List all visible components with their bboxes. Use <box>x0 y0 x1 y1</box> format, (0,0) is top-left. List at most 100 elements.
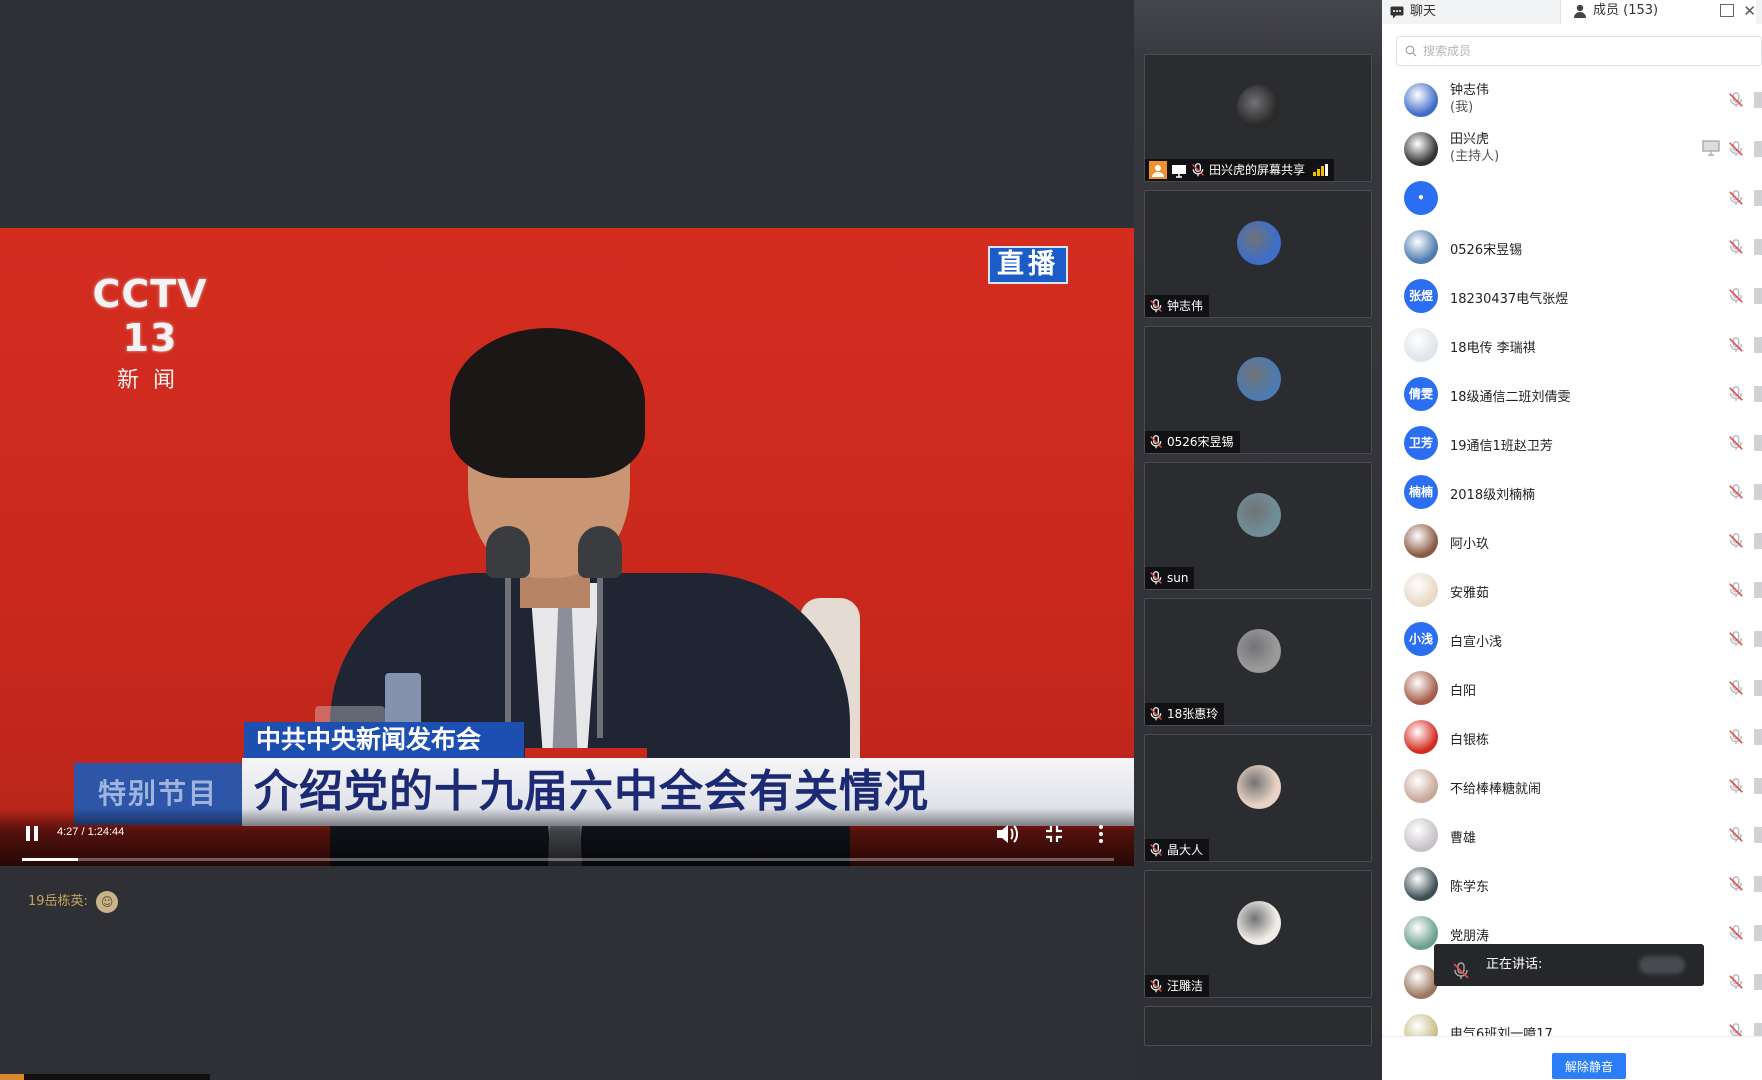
member-row[interactable]: 曹雄 <box>1382 811 1762 859</box>
member-row[interactable]: 安雅茹 <box>1382 566 1762 614</box>
chat-sender: 19岳栋英: <box>28 894 88 909</box>
mic-muted-icon[interactable] <box>1728 1022 1744 1036</box>
member-row[interactable]: 18电传 李瑞祺 <box>1382 321 1762 369</box>
mic-muted-icon[interactable] <box>1728 630 1744 648</box>
popout-icon[interactable] <box>1720 4 1734 17</box>
member-row[interactable]: 陈学东 <box>1382 860 1762 908</box>
mic-muted-icon[interactable] <box>1728 728 1744 746</box>
camera-off-icon[interactable] <box>1754 974 1762 990</box>
avatar <box>1404 573 1438 607</box>
member-name: 18级通信二班刘倩雯 <box>1450 390 1571 405</box>
mic-muted-icon[interactable] <box>1728 679 1744 697</box>
microphone-right <box>578 526 622 578</box>
member-row[interactable]: 钟志伟 (我) <box>1382 76 1762 124</box>
participant-tile[interactable]: 18张惠玲 <box>1144 598 1372 726</box>
mic-muted-icon[interactable] <box>1728 826 1744 844</box>
member-row[interactable]: 电气6班刘一噫17 <box>1382 1007 1762 1036</box>
participant-tile[interactable]: 晶大人 <box>1144 734 1372 862</box>
member-name-block: 不给棒棒糖就闹 <box>1450 778 1541 797</box>
member-row[interactable]: 小浅 白宣小浅 <box>1382 615 1762 663</box>
avatar <box>1404 916 1438 950</box>
video-player[interactable]: CCTV 13 新闻 直播 中共中央新闻发布会 特别节目 介绍党的十九届六中全会… <box>0 228 1134 866</box>
avatar <box>1404 83 1438 117</box>
participant-tile[interactable]: 汪雕洁 <box>1144 870 1372 998</box>
exit-fullscreen-icon[interactable] <box>1044 824 1064 844</box>
member-row[interactable]: 张煜 18230437电气张煜 <box>1382 272 1762 320</box>
camera-off-icon[interactable] <box>1754 484 1762 500</box>
mic-muted-icon <box>1149 299 1163 313</box>
camera-off-icon[interactable] <box>1754 337 1762 353</box>
mic-muted-icon[interactable] <box>1728 140 1744 158</box>
mic-muted-icon[interactable] <box>1728 973 1744 991</box>
camera-off-icon[interactable] <box>1754 435 1762 451</box>
volume-icon[interactable] <box>995 823 1019 845</box>
video-tiles-column[interactable]: 田兴虎的屏幕共享 钟志伟 0526宋昱锡 sun 18张惠玲 晶大人 汪雕洁 <box>1134 0 1382 1080</box>
close-icon[interactable]: ✕ <box>1743 2 1756 20</box>
participant-tile[interactable]: 0526宋昱锡 <box>1144 326 1372 454</box>
unmute-all-button[interactable]: 解除静音 <box>1552 1053 1626 1079</box>
camera-off-icon[interactable] <box>1754 533 1762 549</box>
camera-off-icon[interactable] <box>1754 1023 1762 1036</box>
camera-off-icon[interactable] <box>1754 729 1762 745</box>
progress-bar[interactable] <box>22 858 1114 861</box>
member-row[interactable]: 0526宋昱锡 <box>1382 223 1762 271</box>
more-options-icon[interactable] <box>1096 823 1106 845</box>
camera-off-icon[interactable] <box>1754 631 1762 647</box>
avatar <box>1404 328 1438 362</box>
member-row[interactable]: 卫芳 19通信1班赵卫芳 <box>1382 419 1762 467</box>
camera-off-icon[interactable] <box>1754 582 1762 598</box>
mic-muted-icon[interactable] <box>1728 483 1744 501</box>
shared-screen-area: CCTV 13 新闻 直播 中共中央新闻发布会 特别节目 介绍党的十九届六中全会… <box>0 0 1134 1080</box>
member-row[interactable]: • <box>1382 174 1762 222</box>
avatar <box>1237 493 1281 537</box>
member-search[interactable] <box>1396 36 1762 66</box>
camera-off-icon[interactable] <box>1754 288 1762 304</box>
member-row[interactable]: 阿小玖 <box>1382 517 1762 565</box>
member-row[interactable]: 白银栋 <box>1382 713 1762 761</box>
camera-off-icon[interactable] <box>1754 239 1762 255</box>
camera-off-icon[interactable] <box>1754 778 1762 794</box>
camera-off-icon[interactable] <box>1754 925 1762 941</box>
member-name: 不给棒棒糖就闹 <box>1450 782 1542 797</box>
search-input[interactable] <box>1423 44 1723 58</box>
mic-muted-icon[interactable] <box>1728 581 1744 599</box>
live-badge: 直播 <box>988 246 1068 284</box>
camera-off-icon[interactable] <box>1754 827 1762 843</box>
member-row[interactable]: 楠楠 2018级刘楠楠 <box>1382 468 1762 516</box>
camera-off-icon[interactable] <box>1754 876 1762 892</box>
tab-chat[interactable]: 聊天 <box>1390 0 1436 24</box>
mic-muted-icon[interactable] <box>1728 238 1744 256</box>
member-name-block: 18230437电气张煜 <box>1450 288 1568 307</box>
camera-off-icon[interactable] <box>1754 92 1762 108</box>
member-name: 19通信1班赵卫芳 <box>1450 439 1553 454</box>
player-controls: 4:27 / 1:24:44 <box>0 808 1134 866</box>
member-name-block: 19通信1班赵卫芳 <box>1450 435 1553 454</box>
mic-muted-icon[interactable] <box>1728 434 1744 452</box>
camera-off-icon[interactable] <box>1754 386 1762 402</box>
participant-tile[interactable]: 田兴虎的屏幕共享 <box>1144 54 1372 182</box>
mic-muted-icon[interactable] <box>1728 532 1744 550</box>
pause-button[interactable] <box>22 824 42 844</box>
mic-muted-icon[interactable] <box>1728 777 1744 795</box>
member-name-block: 曹雄 <box>1450 827 1476 846</box>
camera-off-icon[interactable] <box>1754 190 1762 206</box>
member-name: 曹雄 <box>1450 831 1477 846</box>
member-row[interactable]: 倩雯 18级通信二班刘倩雯 <box>1382 370 1762 418</box>
mic-icon <box>1452 956 1470 979</box>
member-row[interactable]: 白阳 <box>1382 664 1762 712</box>
channel-logo-sub: 新闻 <box>116 368 189 393</box>
participant-tile[interactable]: 钟志伟 <box>1144 190 1372 318</box>
mic-muted-icon[interactable] <box>1728 924 1744 942</box>
participant-tile[interactable]: sun <box>1144 462 1372 590</box>
member-row[interactable]: 不给棒棒糖就闹 <box>1382 762 1762 810</box>
camera-off-icon[interactable] <box>1754 680 1762 696</box>
mic-muted-icon[interactable] <box>1728 189 1744 207</box>
camera-off-icon[interactable] <box>1754 141 1762 157</box>
mic-muted-icon[interactable] <box>1728 91 1744 109</box>
mic-muted-icon[interactable] <box>1728 336 1744 354</box>
mic-muted-icon[interactable] <box>1728 287 1744 305</box>
member-row[interactable]: 田兴虎 (主持人) <box>1382 125 1762 173</box>
mic-muted-icon[interactable] <box>1728 875 1744 893</box>
mic-muted-icon[interactable] <box>1728 385 1744 403</box>
participant-tile[interactable] <box>1144 1006 1372 1046</box>
